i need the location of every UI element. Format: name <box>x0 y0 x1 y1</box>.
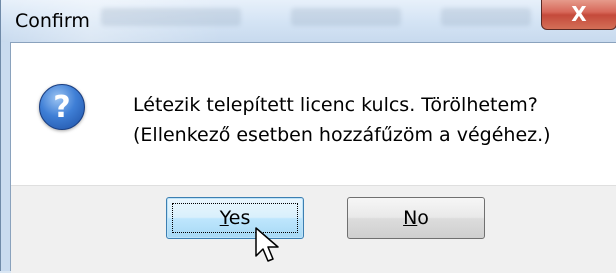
no-button[interactable]: No <box>347 197 485 239</box>
close-icon: X <box>571 1 587 26</box>
dialog-message: Létezik telepített licenc kulcs. Törölhe… <box>133 90 551 150</box>
no-button-label: No <box>403 207 429 229</box>
confirm-dialog-window: Confirm X ? Létezik telepített licenc ku… <box>0 0 616 273</box>
window-title: Confirm <box>15 10 90 32</box>
message-line-2: (Ellenkező esetben hozzáfűzöm a végéhez.… <box>133 124 551 146</box>
yes-button-label: Yes <box>219 207 251 229</box>
title-bar[interactable]: Confirm X <box>1 0 616 42</box>
close-button[interactable]: X <box>541 0 616 30</box>
dialog-body: ? Létezik telepített licenc kulcs. Töröl… <box>10 42 616 273</box>
button-bar <box>11 185 616 273</box>
background-title-blur <box>101 8 241 26</box>
mouse-pointer-icon <box>255 227 279 262</box>
background-title-blur <box>291 8 401 26</box>
background-title-blur <box>441 8 531 26</box>
question-glyph: ? <box>53 89 71 125</box>
question-icon: ? <box>39 84 85 130</box>
message-line-1: Létezik telepített licenc kulcs. Törölhe… <box>133 94 538 116</box>
